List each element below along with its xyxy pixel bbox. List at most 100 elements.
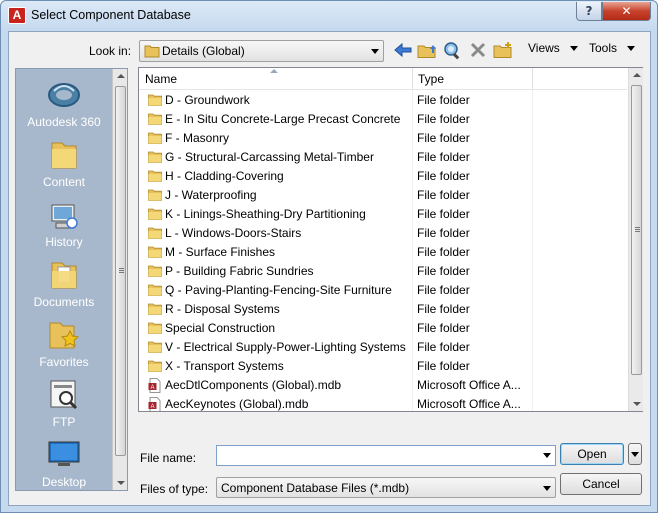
place-autodesk-360[interactable]: Autodesk 360 [16,77,112,137]
list-item[interactable]: H - Cladding-Covering File folder [139,167,627,186]
column-header-type[interactable]: Type [418,72,444,86]
file-type: File folder [417,226,470,240]
list-item[interactable]: L - Windows-Doors-Stairs File folder [139,224,627,243]
place-label: History [45,235,83,249]
folder-icon [148,246,162,258]
file-type: Microsoft Office A... [417,397,521,411]
title-bar[interactable]: A Select Component Database ? ✕ [1,1,657,31]
place-history[interactable]: History [16,197,112,257]
scroll-thumb[interactable] [115,86,126,456]
chevron-down-icon[interactable] [371,49,379,54]
place-favorites[interactable]: Favorites [16,317,112,377]
chevron-down-icon[interactable] [543,486,551,491]
place-documents[interactable]: Documents [16,257,112,317]
folder-icon [148,132,162,144]
tools-menu-button[interactable]: Tools [589,41,636,55]
files-of-type-dropdown[interactable]: Component Database Files (*.mdb) [216,477,556,498]
list-item[interactable]: A AecKeynotes (Global).mdb Microsoft Offic… [139,395,627,414]
window-title: Select Component Database [31,8,191,22]
list-item[interactable]: X - Transport Systems File folder [139,357,627,376]
list-item[interactable]: F - Masonry File folder [139,129,627,148]
file-name-label: File name: [140,451,197,465]
scroll-down-icon[interactable] [633,402,641,406]
list-item[interactable]: R - Disposal Systems File folder [139,300,627,319]
list-item[interactable]: G - Structural-Carcassing Metal-Timber Fi… [139,148,627,167]
file-type: File folder [417,340,470,354]
file-name: Q - Paving-Planting-Fencing-Site Furnitu… [165,283,392,297]
ftp-icon [50,380,78,410]
place-ftp[interactable]: FTP [16,377,112,437]
file-name: X - Transport Systems [165,359,284,373]
access-database-icon: A [148,397,161,412]
scroll-thumb[interactable] [631,85,642,375]
scroll-up-icon[interactable] [633,73,641,77]
scroll-down-icon[interactable] [117,481,125,485]
cancel-button[interactable]: Cancel [560,473,642,495]
list-item[interactable]: Q - Paving-Planting-Fencing-Site Furnitu… [139,281,627,300]
column-divider[interactable] [532,68,533,90]
open-button[interactable]: Open [560,443,624,465]
list-item[interactable]: V - Electrical Supply-Power-Lighting Sys… [139,338,627,357]
look-in-dropdown[interactable]: Details (Global) [139,40,384,62]
search-web-icon[interactable] [443,40,463,60]
folder-icon [51,142,77,169]
files-of-type-value: Component Database Files (*.mdb) [221,481,410,495]
column-header-row: Name Type [139,68,627,90]
file-type: Microsoft Office A... [417,378,521,392]
views-menu-button[interactable]: Views [528,41,578,55]
delete-icon[interactable] [468,40,488,60]
column-header-name[interactable]: Name [145,72,177,86]
place-desktop[interactable]: Desktop [16,437,112,497]
folder-icon [148,341,162,353]
file-name: L - Windows-Doors-Stairs [165,226,302,240]
place-label: Content [42,175,86,189]
list-item[interactable]: P - Building Fabric Sundries File folder [139,262,627,281]
access-database-icon: A [148,378,161,393]
close-button[interactable]: ✕ [602,2,651,21]
file-type: File folder [417,188,470,202]
autocad-app-icon: A [8,7,26,24]
dialog-client: Look in: Details (Global) Views Tools Au… [8,31,651,506]
folder-icon [148,151,162,163]
list-item[interactable]: K - Linings-Sheathing-Dry Partitioning Fi… [139,205,627,224]
list-item[interactable]: M - Surface Finishes File folder [139,243,627,262]
file-name: V - Electrical Supply-Power-Lighting Sys… [165,340,406,354]
file-type: File folder [417,169,470,183]
back-arrow-icon[interactable] [393,40,413,60]
list-item[interactable]: E - In Situ Concrete-Large Precast Concr… [139,110,627,129]
file-name: G - Structural-Carcassing Metal-Timber [165,150,374,164]
places-sidebar: Autodesk 360 Content History Documents F… [15,68,128,491]
scroll-up-icon[interactable] [117,74,125,78]
new-folder-icon[interactable] [493,40,513,60]
up-one-level-icon[interactable] [417,40,437,60]
file-name: P - Building Fabric Sundries [165,264,314,278]
list-item[interactable]: D - Groundwork File folder [139,91,627,110]
place-label: Autodesk 360 [27,115,101,129]
file-name-input[interactable] [216,445,556,466]
file-type: File folder [417,207,470,221]
folder-icon [148,113,162,125]
files-of-type-label: Files of type: [140,482,209,496]
place-content[interactable]: Content [16,137,112,197]
list-scrollbar[interactable] [628,68,643,411]
chevron-down-icon [631,452,639,457]
file-type: File folder [417,283,470,297]
file-type: File folder [417,131,470,145]
chevron-down-icon [569,46,578,52]
column-divider[interactable] [412,68,413,90]
file-name: Special Construction [165,321,276,335]
folder-icon [148,303,162,315]
help-button[interactable]: ? [576,2,602,21]
list-item[interactable]: A AecDtlComponents (Global).mdb Microsoft … [139,376,627,395]
documents-icon [51,262,77,289]
folder-icon [148,227,162,239]
place-label: Documents [33,295,95,309]
sort-ascending-icon [270,69,278,73]
open-options-button[interactable] [628,443,642,465]
file-list: Name Type D - Groundwork File folder E - I… [138,67,643,412]
list-item[interactable]: Special Construction File folder [139,319,627,338]
chevron-down-icon[interactable] [543,453,551,458]
folder-icon [148,265,162,277]
list-item[interactable]: J - Waterproofing File folder [139,186,627,205]
places-scrollbar[interactable] [112,69,127,490]
